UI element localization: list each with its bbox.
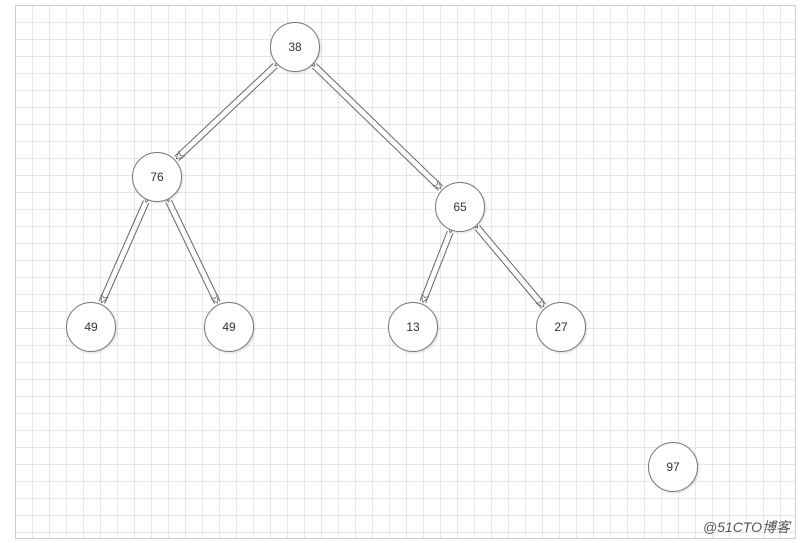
- diagram-canvas: 38 76 65 49 49 13 27 97 @51CTO博客: [0, 0, 800, 543]
- node-value: 97: [666, 460, 679, 474]
- node-value: 49: [84, 320, 97, 334]
- node-value: 38: [288, 40, 301, 54]
- tree-node-orphan: 97: [648, 442, 698, 492]
- tree-node-root: 38: [270, 22, 320, 72]
- node-value: 13: [406, 320, 419, 334]
- watermark-text: @51CTO博客: [703, 517, 790, 537]
- tree-node-ll: 49: [66, 302, 116, 352]
- node-value: 76: [150, 170, 163, 184]
- tree-node-rr: 27: [536, 302, 586, 352]
- node-value: 65: [453, 200, 466, 214]
- tree-node-left: 76: [132, 152, 182, 202]
- tree-node-lr: 49: [204, 302, 254, 352]
- tree-node-rl: 13: [388, 302, 438, 352]
- node-value: 27: [554, 320, 567, 334]
- node-value: 49: [222, 320, 235, 334]
- tree-node-right: 65: [435, 182, 485, 232]
